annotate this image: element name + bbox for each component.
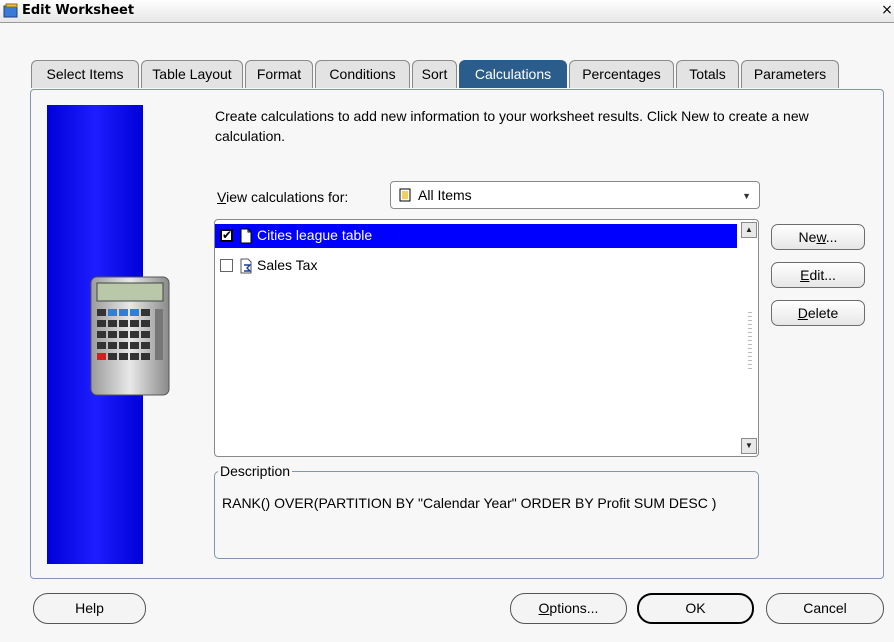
items-folder-icon	[399, 188, 411, 202]
scroll-down-arrow[interactable]: ▼	[741, 438, 757, 454]
list-item[interactable]: Cities league table	[215, 224, 737, 248]
calculation-doc-icon	[240, 228, 252, 244]
list-item[interactable]: Sales Tax	[215, 254, 737, 278]
calculation-sum-icon	[240, 258, 252, 274]
tab-format[interactable]: Format	[245, 60, 313, 88]
scrollbar-grip[interactable]	[748, 312, 752, 372]
description-text: RANK() OVER(PARTITION BY "Calendar Year"…	[222, 495, 717, 511]
tab-conditions[interactable]: Conditions	[315, 60, 410, 88]
ok-button[interactable]: OK	[637, 593, 754, 624]
edit-button[interactable]: Edit...	[771, 262, 865, 288]
intro-text: Create calculations to add new informati…	[215, 108, 809, 144]
calculator-illustration	[90, 276, 170, 396]
calculation-label: Cities league table	[257, 227, 373, 243]
calculations-list[interactable]: Cities league table Sales Tax ▲ ▼	[214, 219, 759, 457]
cancel-button[interactable]: Cancel	[766, 593, 884, 624]
chevron-down-icon[interactable]: ▼	[742, 191, 751, 201]
tab-parameters[interactable]: Parameters	[741, 60, 839, 88]
calculation-checkbox[interactable]	[220, 228, 233, 242]
app-icon	[3, 3, 18, 18]
close-icon[interactable]: ×	[880, 2, 894, 18]
view-calculations-value: All Items	[418, 187, 472, 203]
options-button[interactable]: Options...	[510, 593, 627, 624]
description-group	[214, 471, 759, 559]
tab-totals[interactable]: Totals	[676, 60, 739, 88]
tab-sort[interactable]: Sort	[412, 60, 457, 88]
tab-select-items[interactable]: Select Items	[31, 60, 139, 88]
title-bar: Edit Worksheet ×	[0, 0, 894, 23]
view-calculations-select[interactable]: All Items ▼	[390, 181, 760, 209]
view-calculations-label: View calculations for:	[217, 189, 349, 205]
tab-calculations[interactable]: Calculations	[459, 60, 567, 88]
delete-button[interactable]: Delete	[771, 300, 865, 326]
calculation-label: Sales Tax	[257, 257, 318, 273]
tab-table-layout[interactable]: Table Layout	[141, 60, 243, 88]
new-button[interactable]: New...	[771, 224, 865, 250]
window-title: Edit Worksheet	[22, 3, 135, 18]
help-button[interactable]: Help	[33, 593, 146, 624]
description-legend: Description	[218, 463, 293, 479]
scroll-up-arrow[interactable]: ▲	[741, 222, 757, 238]
tab-percentages[interactable]: Percentages	[569, 60, 674, 88]
calculation-checkbox[interactable]	[220, 259, 233, 272]
